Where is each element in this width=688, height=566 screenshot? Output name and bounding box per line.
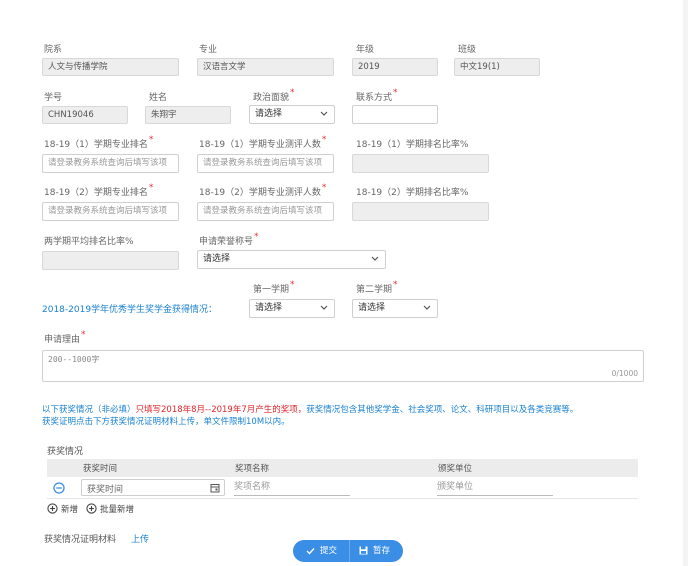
avg-ratio-label: 两学期平均排名比率% — [44, 237, 134, 247]
count2-label: 18-19（2）学期专业测评人数* — [199, 183, 327, 198]
political-status-value: 请选择 — [255, 109, 283, 119]
chevron-down-icon — [320, 111, 328, 116]
scholarship-prompt: 2018-2019学年优秀学生奖学金获得情况： — [42, 305, 218, 315]
count2-input[interactable]: 请登录教务系统查询后填写该项 — [197, 202, 334, 221]
name-label: 姓名 — [149, 93, 168, 103]
plus-circle-icon — [86, 503, 97, 514]
rank1-input[interactable]: 请登录教务系统查询后填写该项 — [42, 154, 179, 173]
upload-link[interactable]: 上传 — [131, 532, 149, 545]
awards-notice-line2: 获奖证明点击下方获奖情况证明材料上传，单文件限制10M以内。 — [42, 417, 290, 427]
check-icon — [306, 548, 315, 555]
awards-title: 获奖情况 — [47, 447, 84, 457]
col-award-name: 奖项名称 — [235, 464, 270, 474]
student-id-label: 学号 — [44, 93, 63, 103]
ratio2-field — [352, 202, 489, 221]
chevron-down-icon — [423, 305, 431, 310]
award-name-input[interactable]: 奖项名称 — [234, 479, 350, 496]
col-award-time: 获奖时间 — [83, 464, 118, 474]
count1-input[interactable]: 请登录教务系统查询后填写该项 — [197, 154, 334, 173]
reason-label: 申请理由* — [44, 330, 86, 345]
required-mark: * — [290, 88, 295, 98]
sem2-label: 第二学期* — [356, 280, 398, 295]
count1-label: 18-19（1）学期专业测评人数* — [199, 135, 327, 150]
calendar-icon[interactable] — [210, 483, 220, 493]
contact-input[interactable] — [352, 105, 438, 124]
class-field: 中文19(1) — [454, 58, 540, 76]
rank1-label: 18-19（1）学期专业排名* — [44, 135, 154, 150]
reason-placeholder: 200--1000字 — [48, 355, 100, 364]
required-mark: * — [393, 280, 398, 290]
honor-value: 请选择 — [203, 254, 231, 264]
scrollbar[interactable] — [683, 0, 688, 566]
ratio1-label: 18-19（1）学期排名比率% — [356, 140, 469, 150]
major-label: 专业 — [199, 45, 218, 55]
college-field: 人文与传播学院 — [42, 58, 179, 76]
student-id-field: CHN19046 — [42, 106, 128, 124]
col-award-unit: 颁奖单位 — [438, 464, 473, 474]
sem1-label: 第一学期* — [253, 280, 295, 295]
required-mark: * — [148, 183, 154, 193]
political-status-label: 政治面貌* — [253, 88, 295, 103]
submit-label: 提交 — [320, 546, 338, 556]
grade-field: 2019 — [352, 58, 438, 76]
required-mark: * — [81, 330, 86, 340]
action-bar: 提交 暂存 — [293, 540, 403, 562]
awards-table-header: 获奖时间 奖项名称 颁奖单位 — [47, 459, 638, 477]
required-mark: * — [321, 135, 327, 145]
reason-textarea[interactable]: 200--1000字 0/1000 — [42, 350, 644, 382]
sem2-value: 请选择 — [358, 303, 386, 313]
table-row: 获奖时间 奖项名称 颁奖单位 — [47, 478, 638, 499]
award-time-input[interactable]: 获奖时间 — [81, 479, 225, 496]
grade-label: 年级 — [356, 45, 375, 55]
chevron-down-icon — [320, 305, 328, 310]
remove-row-icon[interactable] — [53, 482, 65, 494]
ratio1-field — [352, 154, 489, 173]
save-draft-button[interactable]: 暂存 — [359, 540, 390, 562]
award-unit-input[interactable]: 颁奖单位 — [437, 479, 553, 496]
required-mark: * — [148, 135, 154, 145]
awards-notice-line1: 以下获奖情况（非必填）只填写2018年8月--2019年7月产生的奖项，获奖情况… — [42, 405, 579, 415]
name-field: 朱翔宇 — [145, 106, 231, 124]
plus-circle-icon — [47, 503, 58, 514]
batch-add-label: 批量新增 — [100, 505, 135, 515]
award-time-placeholder: 获奖时间 — [87, 485, 124, 495]
required-mark: * — [321, 183, 327, 193]
proof-label: 获奖情况证明材料 — [44, 535, 117, 545]
political-status-select[interactable]: 请选择 — [249, 105, 335, 124]
college-label: 院系 — [44, 45, 63, 55]
class-label: 班级 — [458, 45, 477, 55]
save-icon — [359, 546, 368, 555]
save-draft-label: 暂存 — [373, 546, 391, 556]
rank2-input[interactable]: 请登录教务系统查询后填写该项 — [42, 202, 179, 221]
ratio2-label: 18-19（2）学期排名比率% — [356, 188, 469, 198]
contact-label: 联系方式* — [356, 88, 398, 103]
sem1-select[interactable]: 请选择 — [249, 299, 335, 318]
button-divider — [349, 540, 350, 562]
honor-select[interactable]: 请选择 — [197, 250, 386, 269]
add-row-label: 新增 — [61, 505, 79, 515]
rank2-label: 18-19（2）学期专业排名* — [44, 183, 154, 198]
honor-label: 申请荣誉称号* — [199, 232, 259, 247]
required-mark: * — [254, 232, 259, 242]
required-mark: * — [393, 88, 398, 98]
chevron-down-icon — [371, 256, 379, 261]
avg-ratio-field — [42, 251, 179, 270]
required-mark: * — [290, 280, 295, 290]
sem2-select[interactable]: 请选择 — [352, 299, 438, 318]
char-counter: 0/1000 — [611, 369, 638, 378]
submit-button[interactable]: 提交 — [306, 540, 337, 562]
major-field: 汉语言文学 — [197, 58, 334, 76]
sem1-value: 请选择 — [255, 303, 283, 313]
